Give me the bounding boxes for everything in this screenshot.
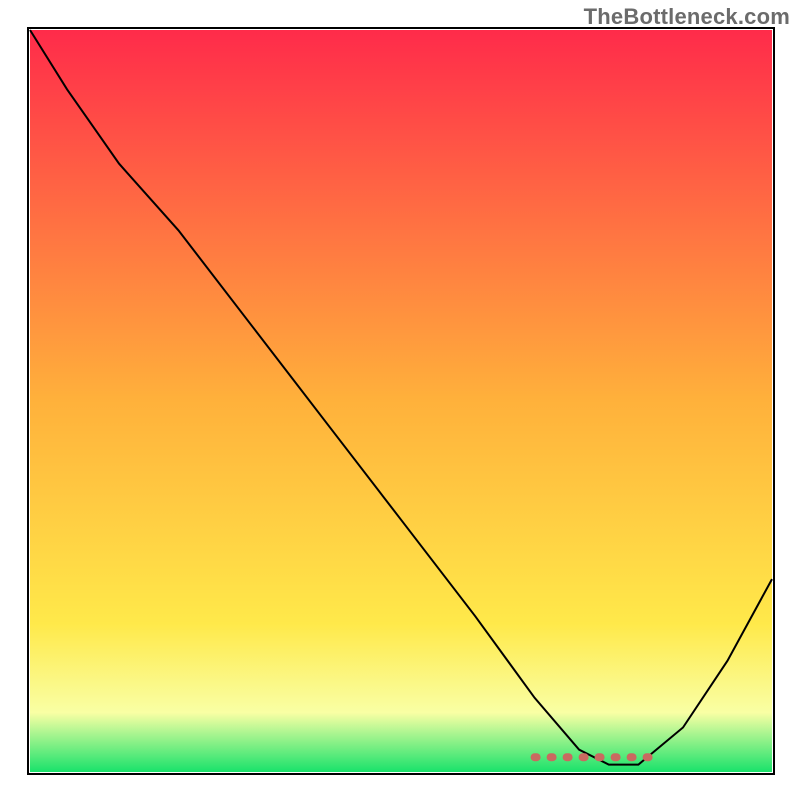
chart-container: TheBottleneck.com — [0, 0, 800, 800]
gradient-panel — [30, 30, 772, 772]
chart-svg — [0, 0, 800, 800]
